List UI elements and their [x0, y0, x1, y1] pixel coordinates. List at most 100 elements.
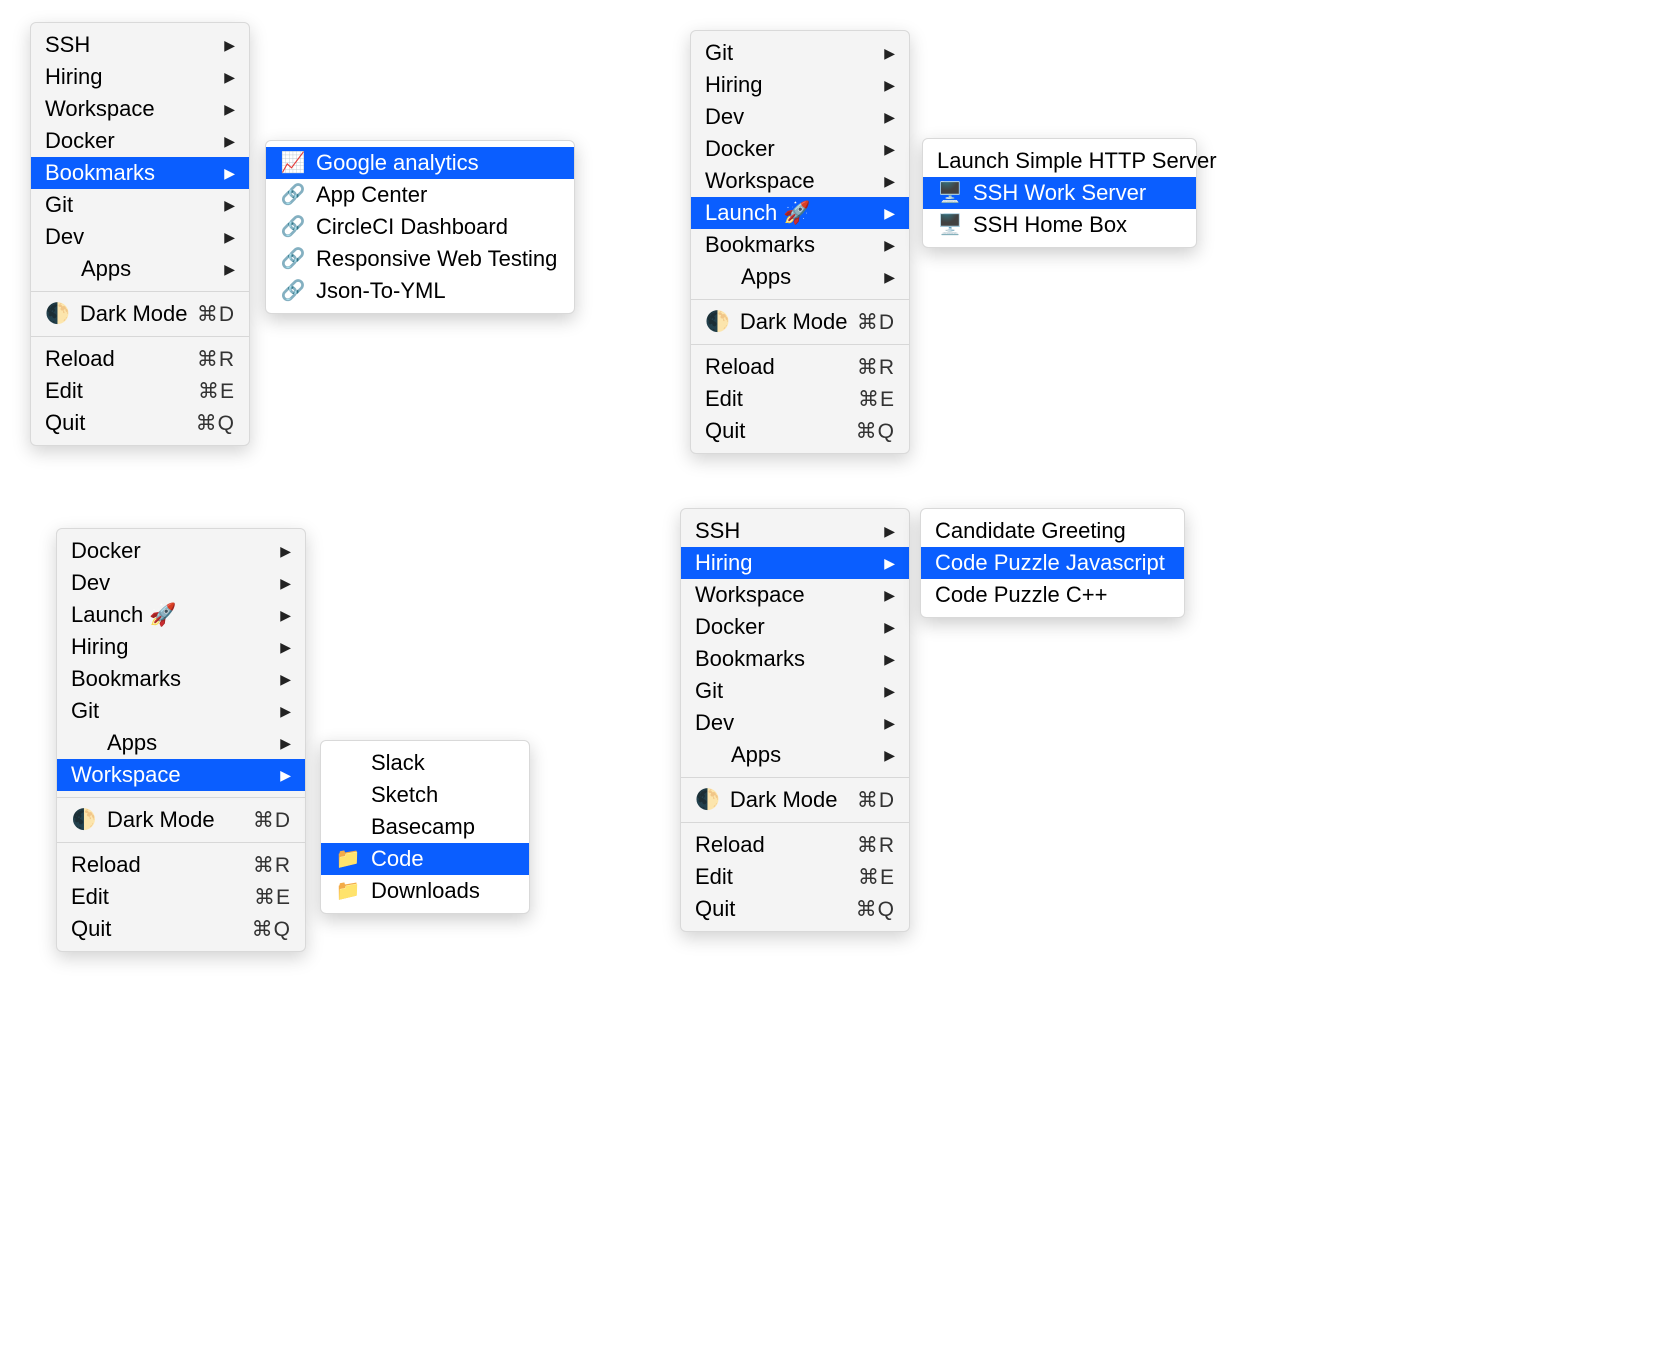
- shortcut-label: ⌘Q: [252, 917, 291, 942]
- menu-item-bookmarks[interactable]: Bookmarks ▶: [31, 157, 249, 189]
- menu-item-edit[interactable]: Edit ⌘E: [57, 881, 305, 913]
- menu-item-label: Launch 🚀: [705, 200, 811, 226]
- menu-item-apps[interactable]: Apps ▶: [681, 739, 909, 771]
- menu-item-docker[interactable]: Docker ▶: [31, 125, 249, 157]
- submenu-launch: Launch Simple HTTP Server 🖥️SSH Work Ser…: [922, 138, 1197, 248]
- submenu-workspace: Slack Sketch Basecamp 📁Code 📁Downloads: [320, 740, 530, 914]
- menu-item-apps[interactable]: Apps ▶: [691, 261, 909, 293]
- menu-panel-d: SSH ▶ Hiring ▶ Workspace ▶ Docker ▶ Book…: [680, 508, 910, 932]
- menu-item-git[interactable]: Git ▶: [31, 189, 249, 221]
- menu-item-label: Docker: [71, 538, 141, 564]
- menu-item-bookmarks[interactable]: Bookmarks ▶: [681, 643, 909, 675]
- menu-item-docker[interactable]: Docker ▶: [681, 611, 909, 643]
- menu-item-label: Dark Mode: [107, 807, 215, 833]
- submenu-item-label: SSH Work Server: [973, 180, 1146, 206]
- menu-item-workspace[interactable]: Workspace ▶: [31, 93, 249, 125]
- menu-item-workspace[interactable]: Workspace ▶: [681, 579, 909, 611]
- shortcut-label: ⌘D: [197, 302, 235, 327]
- link-icon: 🔗: [280, 215, 306, 239]
- submenu-item-label: Sketch: [371, 782, 438, 808]
- submenu-item-slack[interactable]: Slack: [321, 747, 529, 779]
- menu-item-dev[interactable]: Dev ▶: [691, 101, 909, 133]
- menu-item-dark-mode[interactable]: 🌓Dark Mode ⌘D: [681, 784, 909, 816]
- menu-item-hiring[interactable]: Hiring ▶: [681, 547, 909, 579]
- apple-icon: [71, 731, 97, 755]
- submenu-item-ssh-home-box[interactable]: 🖥️SSH Home Box: [923, 209, 1196, 241]
- menu-item-dev[interactable]: Dev ▶: [57, 567, 305, 599]
- submenu-item-code[interactable]: 📁Code: [321, 843, 529, 875]
- menu-item-docker[interactable]: Docker ▶: [57, 535, 305, 567]
- submenu-item-circleci[interactable]: 🔗CircleCI Dashboard: [266, 211, 574, 243]
- shortcut-label: ⌘E: [254, 885, 291, 910]
- submenu-item-label: Basecamp: [371, 814, 475, 840]
- menu-item-bookmarks[interactable]: Bookmarks ▶: [691, 229, 909, 261]
- submenu-arrow-icon: ▶: [280, 672, 291, 686]
- menu-item-bookmarks[interactable]: Bookmarks ▶: [57, 663, 305, 695]
- menu-item-dev[interactable]: Dev ▶: [31, 221, 249, 253]
- menu-item-dark-mode[interactable]: 🌓Dark Mode ⌘D: [691, 306, 909, 338]
- submenu-item-app-center[interactable]: 🔗App Center: [266, 179, 574, 211]
- submenu-item-google-analytics[interactable]: 📈Google analytics: [266, 147, 574, 179]
- submenu-item-downloads[interactable]: 📁Downloads: [321, 875, 529, 907]
- menu-item-quit[interactable]: Quit ⌘Q: [31, 407, 249, 439]
- menu-item-reload[interactable]: Reload ⌘R: [681, 829, 909, 861]
- menu-item-quit[interactable]: Quit ⌘Q: [691, 415, 909, 447]
- menu-item-label: Apps: [107, 730, 157, 756]
- shortcut-label: ⌘E: [858, 387, 895, 412]
- menu-item-edit[interactable]: Edit ⌘E: [31, 375, 249, 407]
- submenu-item-code-puzzle-cpp[interactable]: Code Puzzle C++: [921, 579, 1184, 611]
- menu-item-launch[interactable]: Launch 🚀 ▶: [691, 197, 909, 229]
- menu-item-ssh[interactable]: SSH ▶: [31, 29, 249, 61]
- menu-separator: [31, 336, 249, 337]
- menu-item-ssh[interactable]: SSH ▶: [681, 515, 909, 547]
- submenu-item-label: App Center: [316, 182, 427, 208]
- submenu-item-json-to-yml[interactable]: 🔗Json-To-YML: [266, 275, 574, 307]
- submenu-item-launch-http[interactable]: Launch Simple HTTP Server: [923, 145, 1196, 177]
- menu-item-dark-mode[interactable]: 🌓Dark Mode ⌘D: [57, 804, 305, 836]
- menu-item-reload[interactable]: Reload ⌘R: [691, 351, 909, 383]
- menu-item-reload[interactable]: Reload ⌘R: [57, 849, 305, 881]
- menu-item-hiring[interactable]: Hiring ▶: [57, 631, 305, 663]
- submenu-item-responsive-web-testing[interactable]: 🔗Responsive Web Testing: [266, 243, 574, 275]
- menu-item-label: Workspace: [705, 168, 815, 194]
- menu-item-git[interactable]: Git ▶: [681, 675, 909, 707]
- menu-item-launch[interactable]: Launch 🚀 ▶: [57, 599, 305, 631]
- menu-item-label: Dev: [71, 570, 110, 596]
- menu-item-quit[interactable]: Quit ⌘Q: [681, 893, 909, 925]
- menu-item-edit[interactable]: Edit ⌘E: [681, 861, 909, 893]
- menu-item-workspace[interactable]: Workspace ▶: [691, 165, 909, 197]
- submenu-item-candidate-greeting[interactable]: Candidate Greeting: [921, 515, 1184, 547]
- submenu-item-label: Code: [371, 846, 424, 872]
- menu-item-git[interactable]: Git ▶: [691, 37, 909, 69]
- menu-item-dev[interactable]: Dev ▶: [681, 707, 909, 739]
- menu-item-hiring[interactable]: Hiring ▶: [31, 61, 249, 93]
- menu-item-apps[interactable]: Apps ▶: [31, 253, 249, 285]
- menu-item-hiring[interactable]: Hiring ▶: [691, 69, 909, 101]
- submenu-item-sketch[interactable]: Sketch: [321, 779, 529, 811]
- menu-item-docker[interactable]: Docker ▶: [691, 133, 909, 165]
- submenu-item-basecamp[interactable]: Basecamp: [321, 811, 529, 843]
- submenu-item-label: SSH Home Box: [973, 212, 1127, 238]
- menu-item-edit[interactable]: Edit ⌘E: [691, 383, 909, 415]
- apple-icon: [695, 743, 721, 767]
- submenu-item-code-puzzle-js[interactable]: Code Puzzle Javascript: [921, 547, 1184, 579]
- menu-item-dark-mode[interactable]: 🌓Dark Mode ⌘D: [31, 298, 249, 330]
- menu-item-apps[interactable]: Apps ▶: [57, 727, 305, 759]
- menu-separator: [681, 777, 909, 778]
- menu-item-reload[interactable]: Reload ⌘R: [31, 343, 249, 375]
- menu-item-git[interactable]: Git ▶: [57, 695, 305, 727]
- shortcut-label: ⌘Q: [856, 419, 895, 444]
- submenu-item-label: Downloads: [371, 878, 480, 904]
- apple-icon: [335, 815, 361, 839]
- menu-item-label: Hiring: [695, 550, 752, 576]
- submenu-item-ssh-work-server[interactable]: 🖥️SSH Work Server: [923, 177, 1196, 209]
- menu-item-workspace[interactable]: Workspace ▶: [57, 759, 305, 791]
- menu-item-label: Bookmarks: [71, 666, 181, 692]
- menu-item-quit[interactable]: Quit ⌘Q: [57, 913, 305, 945]
- menu-item-label: Hiring: [71, 634, 128, 660]
- chart-icon: 📈: [280, 151, 306, 175]
- menu-item-label: Hiring: [45, 64, 102, 90]
- menu-item-label: Quit: [45, 410, 85, 436]
- submenu-arrow-icon: ▶: [224, 166, 235, 180]
- menu-item-label: Workspace: [45, 96, 155, 122]
